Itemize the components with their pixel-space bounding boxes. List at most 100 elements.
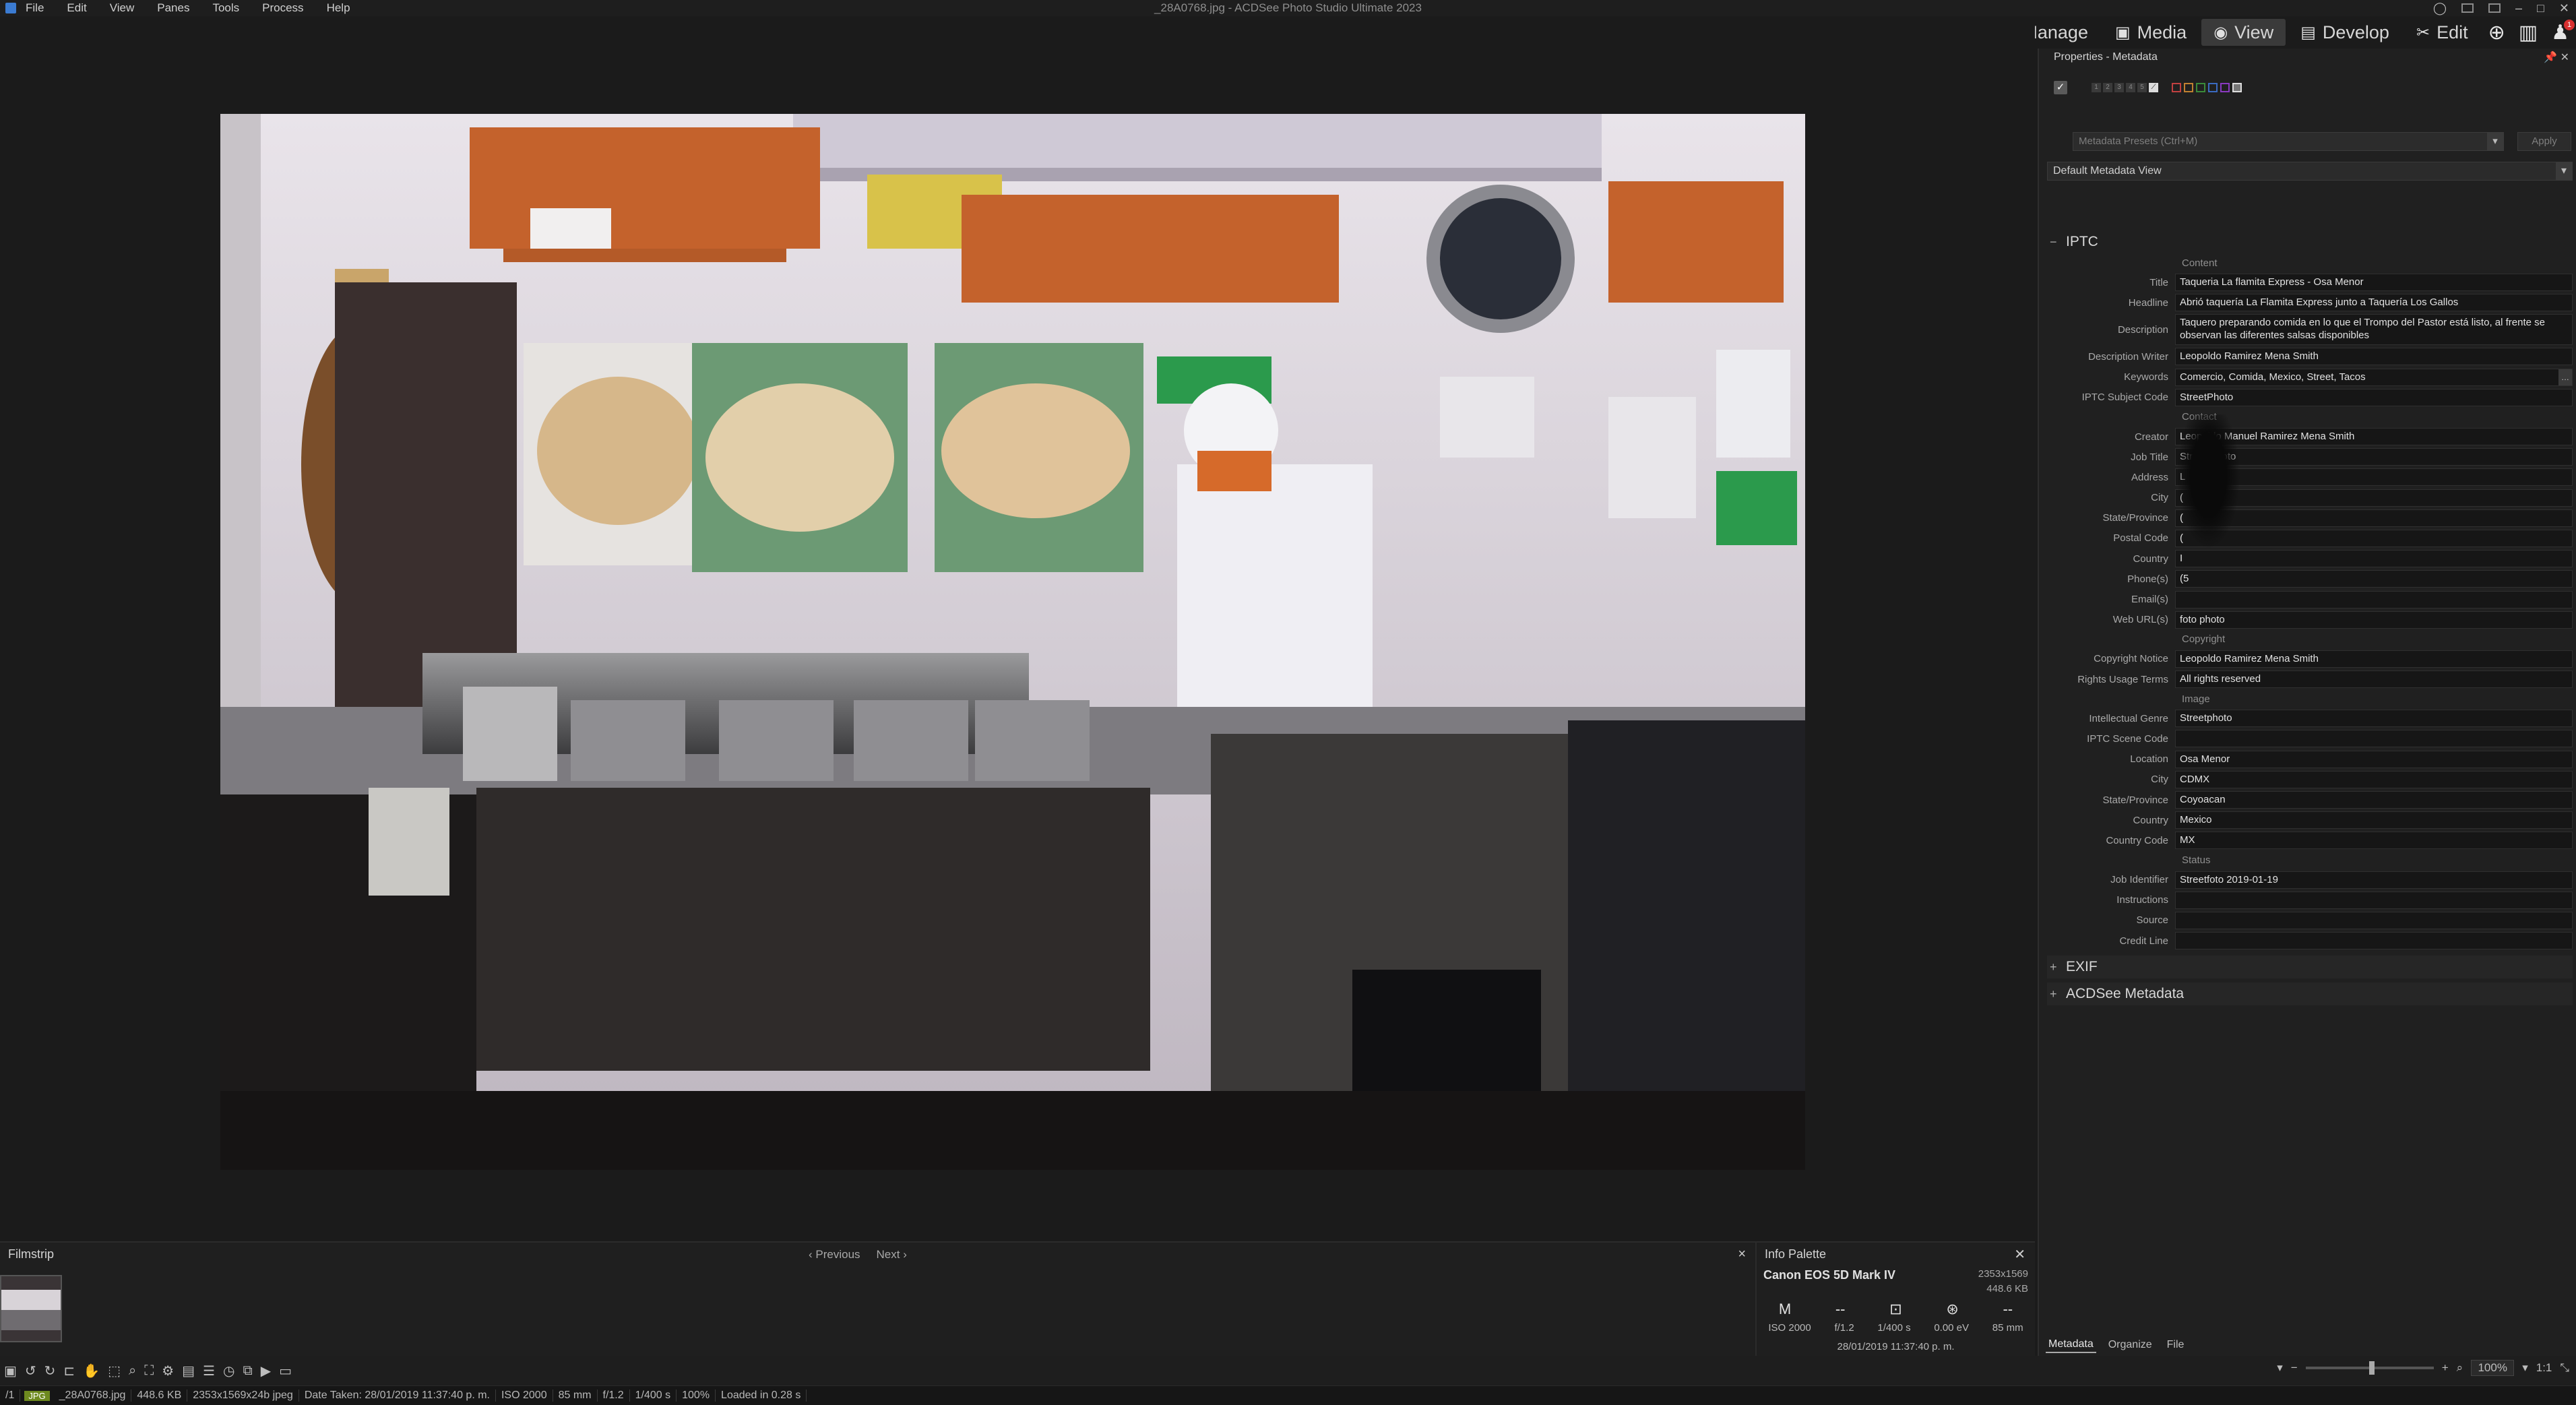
tab-organize[interactable]: Organize <box>2106 1338 2155 1352</box>
source-input[interactable] <box>2175 911 2573 929</box>
mode-edit[interactable]: ✂ Edit <box>2404 19 2480 46</box>
filmstrip-close-icon[interactable]: × <box>1738 1247 1746 1262</box>
tab-metadata[interactable]: Metadata <box>2046 1337 2096 1353</box>
exposure-icons: M -- ⊡ ⊛ -- <box>1757 1301 2035 1318</box>
color-label-blue[interactable] <box>2208 83 2218 92</box>
rating-4[interactable]: 4 <box>2126 83 2135 92</box>
group-image: Image <box>2182 693 2210 705</box>
zoom-slider-knob[interactable] <box>2368 1361 2375 1375</box>
description-writer-input[interactable]: Leopoldo Ramirez Mena Smith <box>2175 348 2573 366</box>
play-icon[interactable]: ▶ <box>261 1363 271 1379</box>
field-web: Web URL(s) foto photo <box>2047 610 2573 630</box>
zoom-magnifier-icon[interactable]: ⌕ <box>2457 1361 2463 1375</box>
keywords-more-button[interactable]: … <box>2558 369 2572 385</box>
image-country-input[interactable]: Mexico <box>2175 811 2573 830</box>
color-label-clear[interactable] <box>2232 83 2242 92</box>
settings-icon[interactable]: ⚙ <box>162 1363 174 1379</box>
account-icon[interactable]: ◯ <box>2433 1 2447 15</box>
mode-bar: ▦Manage ▣Media ◉View ▤Develop ✂Edit ⊕ ▥ … <box>1988 16 2576 49</box>
copyright-notice-input[interactable]: Leopoldo Ramirez Mena Smith <box>2175 650 2573 668</box>
rights-input[interactable]: All rights reserved <box>2175 670 2573 689</box>
rating-5[interactable]: 5 <box>2137 83 2147 92</box>
credit-input[interactable] <box>2175 932 2573 950</box>
web-input[interactable]: foto photo <box>2175 611 2573 629</box>
apply-button[interactable]: Apply <box>2517 132 2571 151</box>
info-palette-close-icon[interactable]: ✕ <box>2014 1246 2025 1263</box>
headline-input[interactable]: Abrió taquería La Flamita Express junto … <box>2175 294 2573 312</box>
layout-icon[interactable] <box>2461 3 2474 13</box>
tag-checkbox[interactable]: ✓ <box>2054 81 2067 94</box>
zoom-out-icon[interactable]: − <box>2291 1361 2298 1375</box>
select-icon[interactable]: ⬚ <box>108 1363 121 1379</box>
image-city-input[interactable]: CDMX <box>2175 770 2573 788</box>
filmstrip-nav: ‹ Previous Next › <box>809 1248 907 1261</box>
histogram-icon[interactable]: ▤ <box>182 1363 195 1379</box>
zoom-percent[interactable]: 100% <box>2471 1360 2515 1376</box>
maximize-icon[interactable]: □ <box>2537 1 2544 15</box>
keywords-input[interactable]: Comercio, Comida, Mexico, Street, Tacos… <box>2175 368 2573 386</box>
color-label-orange[interactable] <box>2184 83 2193 92</box>
display-icon[interactable]: ▭ <box>279 1363 292 1379</box>
color-label-purple[interactable] <box>2220 83 2230 92</box>
rotate-right-icon[interactable]: ↻ <box>44 1363 56 1379</box>
view-options-icon[interactable]: ▾ <box>2277 1361 2283 1375</box>
image-viewer[interactable] <box>0 16 2035 1243</box>
save-icon[interactable]: ▣ <box>4 1363 17 1379</box>
clear-rating-icon[interactable]: ⟋ <box>2149 83 2158 92</box>
scene-input[interactable] <box>2175 730 2573 748</box>
title-input[interactable]: Taqueria La flamita Express - Osa Menor <box>2175 274 2573 292</box>
previous-button[interactable]: ‹ Previous <box>809 1248 860 1261</box>
pin-icon[interactable]: 📌 ✕ <box>2544 51 2569 64</box>
view-dropdown-icon[interactable]: ▾ <box>2556 162 2572 180</box>
color-label-green[interactable] <box>2196 83 2205 92</box>
notification-icon[interactable]: ♟ 1 <box>2551 19 2575 44</box>
metadata-view-select[interactable]: Default Metadata View ▾ <box>2047 162 2573 181</box>
mode-media[interactable]: ▣ Media <box>2103 19 2199 46</box>
fullscreen-icon[interactable]: ⛶ <box>144 1363 154 1379</box>
rotate-left-icon[interactable]: ↺ <box>25 1363 36 1379</box>
acdsee-metadata-section-header[interactable]: + ACDSee Metadata <box>2047 982 2573 1005</box>
actual-size-ratio[interactable]: 1:1 <box>2536 1361 2552 1375</box>
sliders-icon[interactable]: ☰ <box>203 1363 215 1379</box>
image-state-input[interactable]: Coyoacan <box>2175 791 2573 809</box>
exif-section-header[interactable]: + EXIF <box>2047 956 2573 978</box>
phones-input[interactable]: (5 <box>2175 570 2573 588</box>
fit-screen-icon[interactable]: ⤡ <box>2560 1361 2569 1375</box>
subject-code-input[interactable]: StreetPhoto <box>2175 388 2573 406</box>
color-label-red[interactable] <box>2172 83 2181 92</box>
dashboard-icon[interactable]: ▥ <box>2519 21 2538 44</box>
zoom-icon[interactable]: ⌕ <box>129 1363 136 1379</box>
genre-input[interactable]: Streetphoto <box>2175 710 2573 728</box>
minimize-icon[interactable]: – <box>2515 1 2522 15</box>
iptc-section-header[interactable]: − IPTC <box>2047 230 2573 253</box>
metadata-presets-select[interactable]: Metadata Presets (Ctrl+M) ▾ <box>2073 132 2504 151</box>
presets-dropdown-icon[interactable]: ▾ <box>2487 133 2503 150</box>
clock-icon[interactable]: ◷ <box>223 1363 234 1379</box>
description-input[interactable]: Taquero preparando comida en lo que el T… <box>2175 314 2573 346</box>
tab-file[interactable]: File <box>2164 1338 2187 1352</box>
globe-icon[interactable]: ⊕ <box>2488 21 2505 44</box>
crop-icon[interactable]: ⊏ <box>63 1363 75 1379</box>
expand-icon: + <box>2050 987 2057 1001</box>
zoom-slider[interactable] <box>2305 1361 2434 1375</box>
location-input[interactable]: Osa Menor <box>2175 750 2573 768</box>
country-code-input[interactable]: MX <box>2175 832 2573 850</box>
filmstrip-thumbnail[interactable] <box>0 1275 62 1342</box>
compare-icon[interactable]: ⧉ <box>243 1363 252 1379</box>
rating-1[interactable]: 1 <box>2092 83 2101 92</box>
mode-develop[interactable]: ▤ Develop <box>2288 19 2401 46</box>
photo-image <box>220 114 1805 1170</box>
zoom-in-icon[interactable]: + <box>2442 1361 2449 1375</box>
layout2-icon[interactable] <box>2488 3 2501 13</box>
emails-input[interactable] <box>2175 590 2573 608</box>
instructions-input[interactable] <box>2175 891 2573 909</box>
zoom-dropdown-icon[interactable]: ▾ <box>2522 1361 2528 1375</box>
rating-3[interactable]: 3 <box>2114 83 2124 92</box>
job-id-input[interactable]: Streetfoto 2019-01-19 <box>2175 871 2573 889</box>
close-icon[interactable]: ✕ <box>2559 1 2569 15</box>
next-button[interactable]: Next › <box>877 1248 907 1261</box>
hand-icon[interactable]: ✋ <box>83 1363 100 1379</box>
rating-2[interactable]: 2 <box>2103 83 2112 92</box>
country-input[interactable]: I <box>2175 550 2573 568</box>
mode-view[interactable]: ◉ View <box>2201 19 2286 46</box>
